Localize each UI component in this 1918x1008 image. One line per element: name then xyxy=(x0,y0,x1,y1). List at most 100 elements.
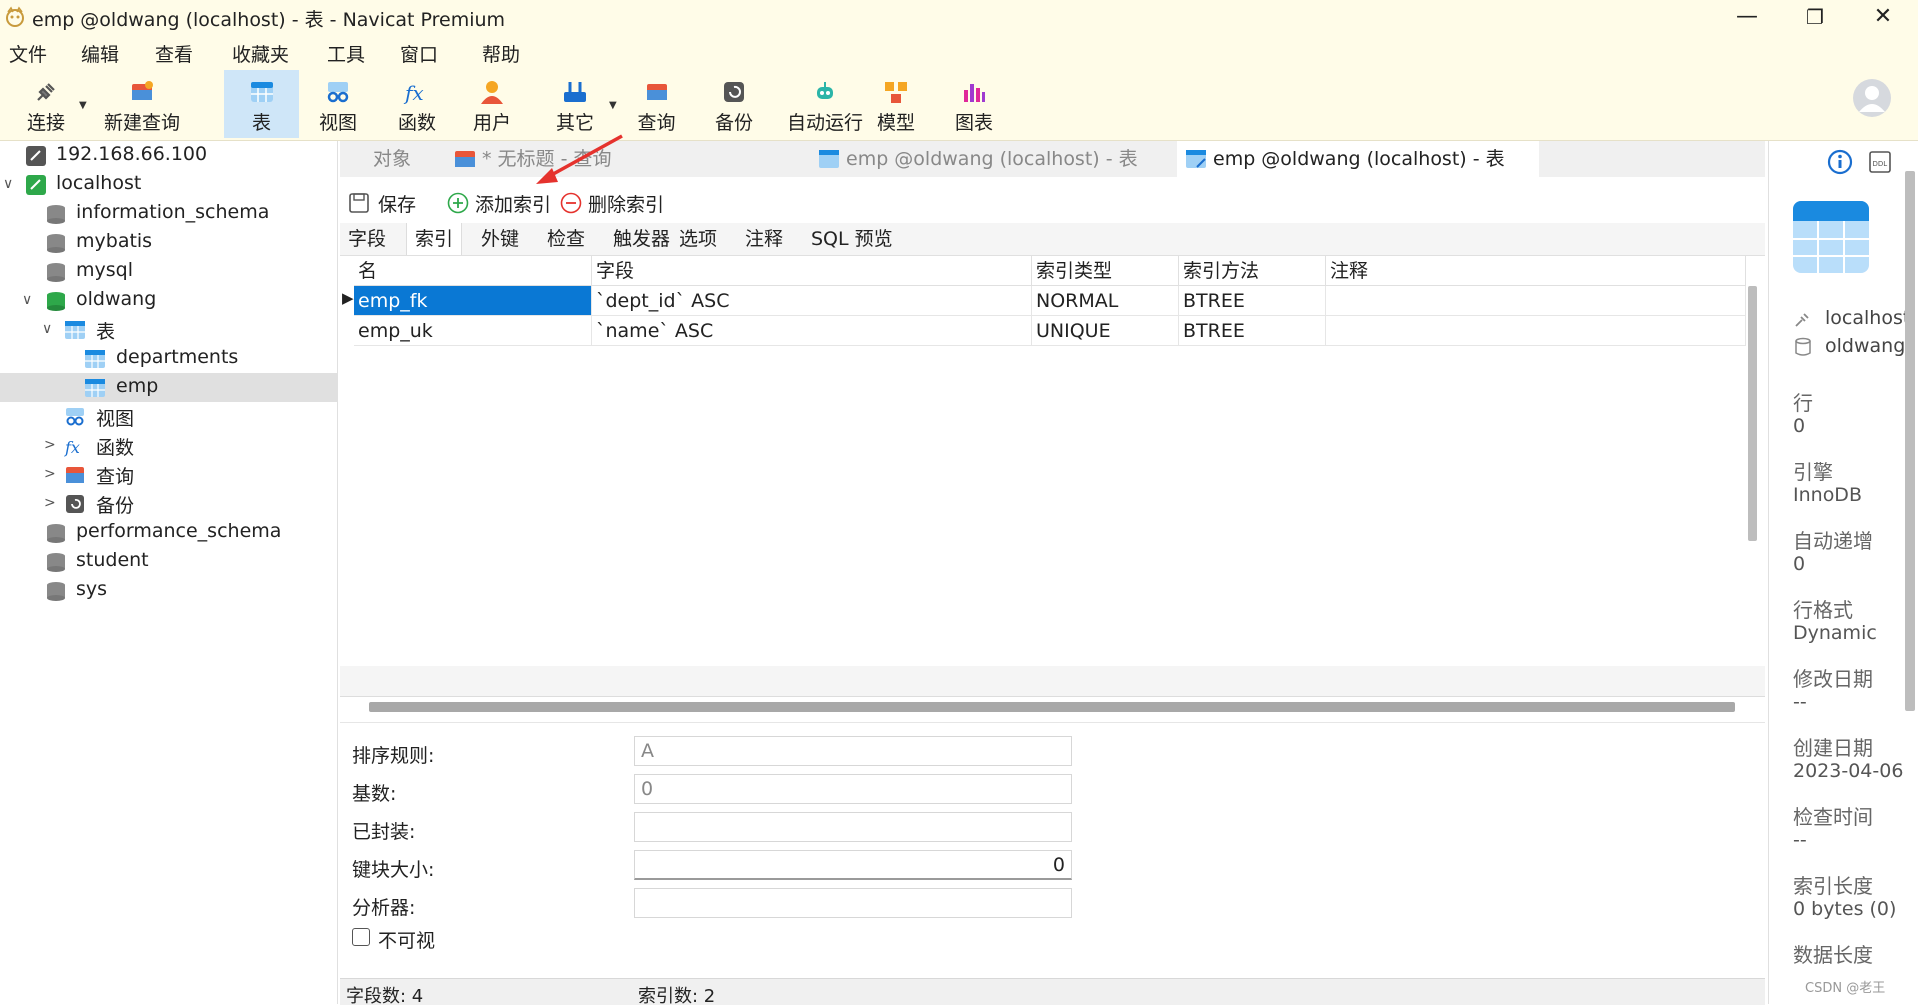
invisible-checkbox[interactable] xyxy=(352,928,370,946)
backup-button[interactable]: 备份 xyxy=(700,70,768,138)
database-icon xyxy=(47,524,65,543)
column-header-index-method[interactable]: 索引方法 xyxy=(1179,256,1326,286)
chart-button[interactable]: 图表 xyxy=(940,70,1008,138)
info-host: localhost xyxy=(1825,307,1911,329)
subtab-indexes[interactable]: 索引 xyxy=(406,223,463,255)
table-icon xyxy=(65,321,85,339)
autorun-button[interactable]: 自动运行 xyxy=(775,70,875,138)
chevron-right-icon[interactable]: > xyxy=(44,489,56,518)
chevron-right-icon[interactable]: > xyxy=(44,431,56,460)
database-icon xyxy=(47,553,65,572)
info-auto-increment-value: 0 xyxy=(1793,553,1806,575)
table-cell-name[interactable]: emp_fk xyxy=(354,286,592,316)
menu-favorites[interactable]: 收藏夹 xyxy=(232,40,289,67)
table-cell-name[interactable]: emp_uk xyxy=(354,316,592,346)
column-header-index-type[interactable]: 索引类型 xyxy=(1032,256,1179,286)
menu-bar: 文件 编辑 查看 收藏夹 工具 窗口 帮助 xyxy=(0,34,1918,70)
tab-objects[interactable]: 对象 xyxy=(340,141,444,177)
query-icon xyxy=(455,151,475,167)
subtab-triggers[interactable]: 触发器 xyxy=(605,223,678,255)
table-cell-type[interactable]: NORMAL xyxy=(1032,286,1179,316)
tree-item-performance-schema[interactable]: performance_schema xyxy=(0,518,337,547)
model-icon xyxy=(885,82,907,103)
subtab-foreign-keys[interactable]: 外键 xyxy=(473,223,527,255)
tree-item-mybatis[interactable]: mybatis xyxy=(0,228,337,257)
tree-item-functions[interactable]: > fx 函数 xyxy=(0,431,337,460)
maximize-button[interactable]: ❐ xyxy=(1780,0,1850,34)
other-dropdown-icon[interactable]: ▼ xyxy=(609,100,617,111)
info-icon[interactable] xyxy=(1827,149,1853,175)
avatar[interactable] xyxy=(1852,78,1892,118)
table-cell-field[interactable]: `name` ASC xyxy=(592,316,1032,346)
connect-dropdown-icon[interactable]: ▼ xyxy=(79,100,87,111)
tree-item-emp[interactable]: emp xyxy=(0,373,337,402)
packed-field[interactable] xyxy=(634,812,1072,842)
menu-tools[interactable]: 工具 xyxy=(327,40,365,67)
tab-untitled-query[interactable]: * 无标题 - 查询 xyxy=(446,141,814,177)
info-row-format-label: 行格式 xyxy=(1793,598,1853,622)
menu-file[interactable]: 文件 xyxy=(9,40,47,67)
function-button[interactable]: fx 函数 xyxy=(382,70,452,138)
info-check-time-value: -- xyxy=(1793,829,1807,851)
new-query-button[interactable]: 新建查询 xyxy=(92,70,192,138)
column-header-name[interactable]: 名 xyxy=(354,256,592,286)
table-cell-comment[interactable] xyxy=(1326,286,1746,316)
chart-icon xyxy=(964,84,985,102)
subtab-checks[interactable]: 检查 xyxy=(539,223,593,255)
table-cell-method[interactable]: BTREE xyxy=(1179,316,1326,346)
chevron-down-icon[interactable]: ∨ xyxy=(3,170,13,199)
tree-item-localhost[interactable]: ∨ localhost xyxy=(0,170,337,199)
subtab-sql-preview[interactable]: SQL 预览 xyxy=(803,223,901,255)
subtab-options[interactable]: 选项 xyxy=(671,223,725,255)
ddl-icon[interactable]: DDL xyxy=(1867,149,1893,175)
menu-window[interactable]: 窗口 xyxy=(400,40,438,67)
close-button[interactable]: ✕ xyxy=(1848,0,1918,34)
tree-item-mysql[interactable]: mysql xyxy=(0,257,337,286)
tab-emp-table-1[interactable]: emp @oldwang (localhost) - 表 xyxy=(810,141,1175,177)
menu-view[interactable]: 查看 xyxy=(155,40,193,67)
tree-item-student[interactable]: student xyxy=(0,547,337,576)
cardinality-field[interactable]: 0 xyxy=(634,774,1072,804)
table-icon xyxy=(250,82,273,102)
tree-item-connection-remote[interactable]: 192.168.66.100 xyxy=(0,141,337,170)
tree-item-oldwang[interactable]: ∨ oldwang xyxy=(0,286,337,315)
view-button[interactable]: 视图 xyxy=(303,70,373,138)
info-scrollbar[interactable] xyxy=(1905,171,1915,711)
parser-field[interactable] xyxy=(634,888,1072,918)
chevron-right-icon[interactable]: > xyxy=(44,460,56,489)
chevron-down-icon[interactable]: ∨ xyxy=(42,315,52,344)
horizontal-scroll-track xyxy=(340,666,1765,696)
connect-button[interactable]: 连接 xyxy=(18,70,74,138)
tree-item-tables[interactable]: ∨ 表 xyxy=(0,315,337,344)
column-header-comment[interactable]: 注释 xyxy=(1326,256,1746,286)
tree-item-departments[interactable]: departments xyxy=(0,344,337,373)
database-icon xyxy=(47,582,65,601)
function-icon: fx xyxy=(64,438,80,457)
collation-field[interactable]: A xyxy=(634,736,1072,766)
table-cell-method[interactable]: BTREE xyxy=(1179,286,1326,316)
vertical-scrollbar[interactable] xyxy=(1748,286,1757,541)
tree-item-information-schema[interactable]: information_schema xyxy=(0,199,337,228)
table-button[interactable]: 表 xyxy=(224,70,299,138)
menu-help[interactable]: 帮助 xyxy=(482,40,520,67)
key-block-size-field[interactable]: 0 xyxy=(634,850,1072,880)
tree-item-backups[interactable]: > 备份 xyxy=(0,489,337,518)
tree-item-queries[interactable]: > 查询 xyxy=(0,460,337,489)
menu-edit[interactable]: 编辑 xyxy=(81,40,119,67)
table-cell-comment[interactable] xyxy=(1326,316,1746,346)
column-header-field[interactable]: 字段 xyxy=(592,256,1032,286)
table-cell-type[interactable]: UNIQUE xyxy=(1032,316,1179,346)
table-cell-field[interactable]: `dept_id` ASC xyxy=(592,286,1032,316)
tree-item-sys[interactable]: sys xyxy=(0,576,337,605)
subtab-fields[interactable]: 字段 xyxy=(340,223,394,255)
tab-emp-table-active[interactable]: emp @oldwang (localhost) - 表 xyxy=(1177,141,1539,177)
model-button[interactable]: 模型 xyxy=(862,70,930,138)
subtab-comments[interactable]: 注释 xyxy=(737,223,791,255)
user-button[interactable]: 用户 xyxy=(457,70,527,138)
tree-item-views[interactable]: 视图 xyxy=(0,402,337,431)
query-button[interactable]: 查询 xyxy=(624,70,689,138)
minimize-button[interactable]: — xyxy=(1712,0,1782,34)
other-button[interactable]: 其它 xyxy=(540,70,610,138)
chevron-down-icon[interactable]: ∨ xyxy=(22,286,32,315)
horizontal-scrollbar[interactable] xyxy=(369,702,1735,712)
